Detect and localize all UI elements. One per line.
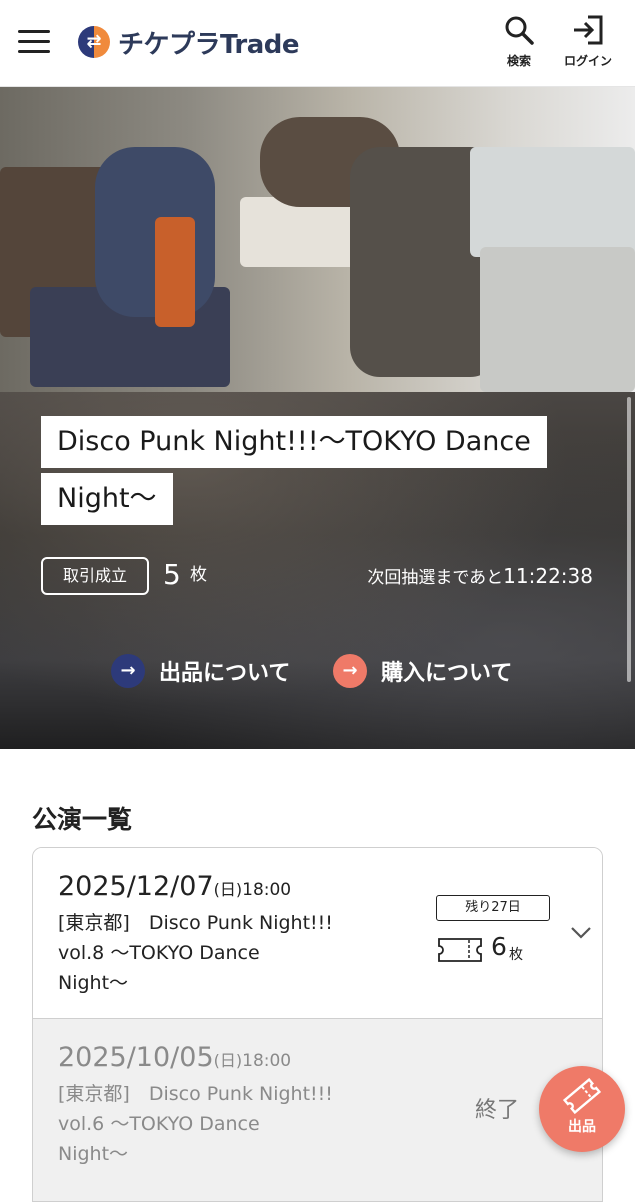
login-button[interactable]: ログイン — [558, 14, 618, 69]
performance-name-line: vol.6 〜TOKYO Dance — [58, 1113, 260, 1135]
performance-date: 2025/10/05(日)18:00 — [58, 1042, 291, 1073]
next-lottery-time: 11:22:38 — [503, 564, 593, 588]
search-label: 検索 — [506, 54, 531, 68]
performance-name: [東京都] Disco Punk Night!!! vol.8 〜TOKYO D… — [58, 908, 358, 998]
search-icon — [505, 16, 534, 45]
performance-name-line: [東京都] Disco Punk Night!!! — [58, 1083, 333, 1105]
search-button[interactable]: 検索 — [489, 14, 549, 69]
ticket-icon — [438, 938, 482, 962]
arrow-right-icon: → — [111, 654, 145, 688]
date-text: 2025/10/05 — [58, 1042, 214, 1073]
arrow-right-icon: → — [333, 654, 367, 688]
next-lottery-countdown: 次回抽選まであと11:22:38 — [367, 563, 593, 588]
menu-icon[interactable] — [18, 30, 50, 54]
performance-name-line: Night〜 — [58, 972, 129, 994]
performance-item[interactable]: 2025/12/07(日)18:00 [東京都] Disco Punk Nigh… — [33, 848, 602, 1019]
ended-status: 終了 — [475, 1098, 520, 1123]
sell-guide-link[interactable]: → 出品について — [111, 653, 290, 689]
date-text: 2025/12/07 — [58, 871, 214, 902]
sell-guide-label: 出品について — [159, 661, 291, 686]
event-title-line-2: Night〜 — [41, 473, 173, 525]
buy-guide-link[interactable]: → 購入について — [333, 653, 512, 689]
chevron-down-icon[interactable] — [569, 920, 593, 944]
performance-list: 2025/12/07(日)18:00 [東京都] Disco Punk Nigh… — [32, 847, 603, 1202]
logo-icon — [78, 26, 110, 58]
app-header: チケプラTrade 検索 ログイン — [0, 0, 635, 87]
sell-fab-button[interactable]: 出品 — [539, 1066, 625, 1152]
event-photo — [0, 87, 635, 392]
login-icon — [574, 15, 603, 45]
time-text: 18:00 — [242, 880, 292, 900]
deal-status-badge: 取引成立 — [41, 557, 149, 595]
performance-name: [東京都] Disco Punk Night!!! vol.6 〜TOKYO D… — [58, 1079, 358, 1169]
performance-name-line: vol.8 〜TOKYO Dance — [58, 942, 260, 964]
sell-fab-label: 出品 — [568, 1119, 596, 1135]
deal-unit: 枚 — [190, 565, 207, 585]
performance-name-line: [東京都] Disco Punk Night!!! — [58, 912, 333, 934]
ticket-unit: 枚 — [509, 947, 523, 963]
event-title-line-1: Disco Punk Night!!!〜TOKYO Dance — [41, 416, 547, 468]
performance-name-line: Night〜 — [58, 1143, 129, 1165]
event-hero: Disco Punk Night!!!〜TOKYO Dance Night〜 取… — [0, 87, 635, 749]
scrollbar[interactable] — [627, 397, 631, 682]
login-label: ログイン — [563, 54, 612, 68]
deal-count: 5 — [163, 558, 181, 591]
performance-date: 2025/12/07(日)18:00 — [58, 871, 291, 902]
buy-guide-label: 購入について — [381, 661, 513, 686]
days-remaining-badge: 残り27日 — [436, 895, 550, 921]
ticket-count: 6 — [491, 932, 507, 961]
brand-name: チケプラTrade — [118, 29, 300, 60]
section-title: 公演一覧 — [32, 805, 133, 834]
next-lottery-label: 次回抽選まであと — [367, 568, 504, 588]
weekday-text: (日) — [213, 880, 243, 899]
weekday-text: (日) — [213, 1051, 243, 1070]
brand-logo[interactable]: チケプラTrade — [78, 24, 300, 60]
time-text: 18:00 — [242, 1051, 292, 1071]
performance-item[interactable]: 2025/10/05(日)18:00 [東京都] Disco Punk Nigh… — [33, 1019, 602, 1201]
ticket-icon — [562, 1077, 602, 1115]
